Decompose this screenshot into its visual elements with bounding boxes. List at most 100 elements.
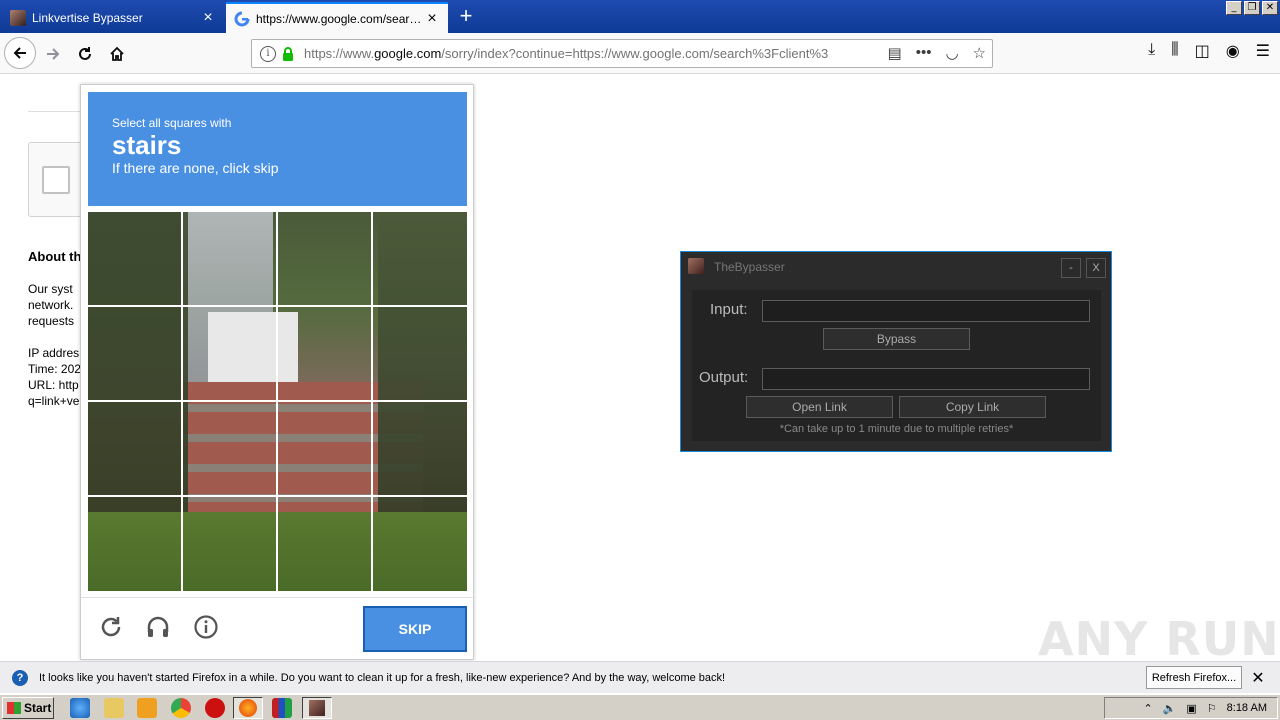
captcha-challenge-dialog: Select all squares with stairs If there … [80, 84, 475, 660]
system-tray: ⌃ 🔈 ▣ ⚐ 8:18 AM [1104, 697, 1278, 719]
windows-logo-icon [7, 702, 21, 714]
url-text: https://www.google.com/sorry/index?conti… [304, 46, 829, 61]
help-info-icon[interactable] [192, 614, 220, 642]
tab-linkvertise-bypasser[interactable]: Linkvertise Bypasser × [2, 2, 224, 33]
captcha-tile-9[interactable] [88, 402, 181, 495]
tab-close-icon[interactable]: × [200, 9, 216, 26]
grid-line [88, 305, 467, 307]
captcha-tile-11[interactable] [278, 402, 371, 495]
notification-bar: ? It looks like you haven't started Fire… [0, 661, 1280, 693]
question-icon: ? [12, 669, 28, 686]
tab-title: https://www.google.com/search?c [256, 11, 424, 26]
captcha-instruction: Select all squares with [112, 116, 232, 130]
google-favicon-icon [234, 11, 250, 27]
bypasser-favicon-icon [10, 9, 26, 26]
reload-icon[interactable] [70, 39, 100, 69]
chrome-icon[interactable] [171, 698, 191, 718]
captcha-tile-4[interactable] [373, 212, 466, 305]
input-label: Input: [710, 301, 748, 318]
captcha-tile-1[interactable] [88, 212, 181, 305]
hamburger-menu-icon[interactable]: ☰ [1256, 41, 1270, 61]
open-link-button[interactable]: Open Link [746, 396, 893, 418]
captcha-tile-2[interactable] [183, 212, 276, 305]
about-text: Our syst network. requests IP addres Tim… [28, 282, 81, 408]
start-button[interactable]: Start [2, 697, 54, 719]
clock[interactable]: 8:18 AM [1227, 702, 1267, 714]
refresh-firefox-button[interactable]: Refresh Firefox... [1146, 666, 1242, 689]
bypasser-title: TheBypasser [714, 260, 785, 274]
notification-message: It looks like you haven't started Firefo… [39, 671, 726, 684]
captcha-tile-10[interactable] [183, 402, 276, 495]
bypasser-window: TheBypasser - X Input: Bypass Output: Op… [680, 251, 1112, 452]
captcha-tile-3[interactable] [278, 212, 371, 305]
bypasser-close-button[interactable]: X [1086, 258, 1106, 278]
navigation-toolbar: i https://www.google.com/sorry/index?con… [0, 33, 1280, 74]
tab-google-search[interactable]: https://www.google.com/search?c × [226, 2, 448, 33]
site-info-icon[interactable]: i [260, 45, 276, 62]
captcha-header: Select all squares with stairs If there … [88, 92, 467, 206]
bypasser-task-button[interactable] [302, 697, 332, 719]
grid-line [88, 400, 467, 402]
action-center-flag-icon[interactable]: ⚐ [1207, 702, 1217, 715]
minimize-window-icon[interactable]: _ [1226, 1, 1242, 15]
sidebar-icon[interactable]: ◫ [1195, 41, 1210, 61]
close-window-icon[interactable]: ✕ [1262, 1, 1278, 15]
bypasser-minimize-button[interactable]: - [1061, 258, 1081, 278]
firefox-task-button[interactable] [233, 697, 263, 719]
notification-close-icon[interactable]: ✕ [1250, 668, 1266, 687]
skip-button[interactable]: SKIP [363, 606, 467, 652]
forward-arrow-icon[interactable] [38, 39, 68, 69]
input-field[interactable] [762, 300, 1090, 322]
captcha-tile-12[interactable] [373, 402, 466, 495]
captcha-tile-15[interactable] [278, 497, 371, 590]
captcha-tile-5[interactable] [88, 307, 181, 400]
captcha-tile-7[interactable] [278, 307, 371, 400]
opera-icon[interactable] [205, 698, 225, 718]
page-actions-icon[interactable]: ••• [916, 44, 932, 62]
captcha-hint: If there are none, click skip [112, 160, 279, 176]
firefox-icon [239, 699, 257, 717]
copy-link-button[interactable]: Copy Link [899, 396, 1046, 418]
media-player-icon[interactable] [137, 698, 157, 718]
captcha-tile-16[interactable] [373, 497, 466, 590]
reload-challenge-icon[interactable] [97, 614, 125, 642]
lock-icon[interactable] [282, 46, 294, 61]
library-icon[interactable]: ⫼ [1171, 41, 1178, 61]
bookmark-star-icon[interactable]: ☆ [973, 44, 986, 62]
anyrun-watermark-logo: ANY RUN [1038, 612, 1280, 666]
home-icon[interactable] [102, 39, 132, 69]
internet-explorer-icon[interactable] [70, 698, 90, 718]
url-bar[interactable]: i https://www.google.com/sorry/index?con… [251, 39, 993, 68]
reader-view-icon[interactable]: ▤ [888, 44, 902, 62]
captcha-tile-6[interactable] [183, 307, 276, 400]
captcha-image-grid [88, 212, 467, 591]
output-field[interactable] [762, 368, 1090, 390]
pocket-icon[interactable]: ◡ [945, 44, 958, 62]
folder-icon[interactable] [104, 698, 124, 718]
bypasser-app-icon [688, 258, 704, 274]
window-controls: _ ❐ ✕ [1226, 1, 1278, 15]
account-icon[interactable]: ◉ [1226, 41, 1240, 61]
tray-arrow-icon[interactable]: ⌃ [1143, 702, 1152, 715]
restore-window-icon[interactable]: ❐ [1244, 1, 1260, 15]
captcha-tile-8[interactable] [373, 307, 466, 400]
bypass-button[interactable]: Bypass [823, 328, 970, 350]
captcha-tile-13[interactable] [88, 497, 181, 590]
grid-line [88, 495, 467, 497]
new-tab-plus-icon[interactable]: + [452, 4, 480, 30]
network-icon[interactable]: ▣ [1186, 702, 1196, 715]
back-arrow-icon[interactable] [4, 37, 36, 69]
captcha-tile-14[interactable] [183, 497, 276, 590]
tab-close-icon[interactable]: × [424, 10, 440, 27]
recaptcha-checkbox[interactable] [42, 166, 70, 194]
winrar-icon[interactable] [272, 698, 292, 718]
tab-title: Linkvertise Bypasser [32, 10, 143, 25]
volume-icon[interactable]: 🔈 [1163, 702, 1177, 715]
downloads-icon[interactable]: ⤓ [1148, 41, 1155, 61]
output-label: Output: [699, 369, 749, 386]
taskbar: Start ⌃ 🔈 ▣ ⚐ 8:18 AM [0, 694, 1280, 720]
audio-challenge-headphones-icon[interactable] [144, 614, 172, 642]
tab-bar: Linkvertise Bypasser × https://www.googl… [0, 0, 1280, 33]
retry-note: *Can take up to 1 minute due to multiple… [779, 423, 1014, 435]
captcha-target: stairs [112, 130, 182, 160]
